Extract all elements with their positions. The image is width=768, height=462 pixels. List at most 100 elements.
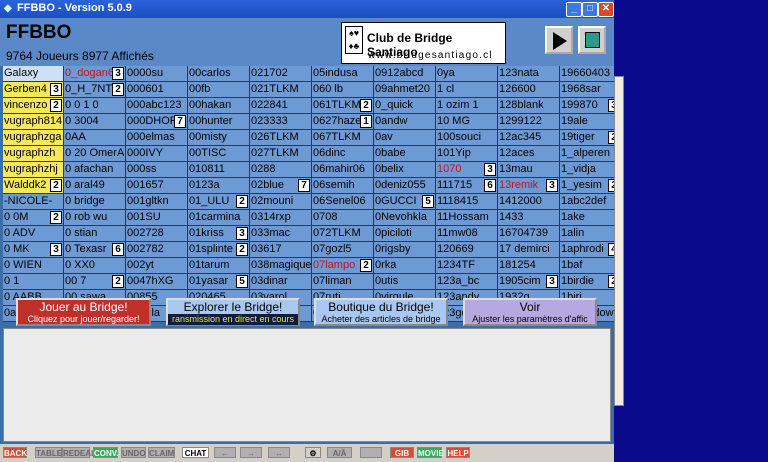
player-cell[interactable]: 0047hXG	[126, 274, 188, 290]
player-cell[interactable]: 0912abcd	[374, 66, 436, 82]
player-cell[interactable]: 0GUCCI 5	[374, 194, 436, 210]
maximize-button[interactable]: □	[582, 2, 598, 17]
player-cell[interactable]: 06Senel06	[312, 194, 374, 210]
player-cell[interactable]: 10 MG	[436, 114, 498, 130]
player-cell[interactable]: 12aces	[498, 146, 560, 162]
player-cell[interactable]: 000DHOR 7	[126, 114, 188, 130]
player-cell[interactable]: 001657	[126, 178, 188, 194]
player-cell[interactable]: 06semih	[312, 178, 374, 194]
player-cell[interactable]: 07lampo 2	[312, 258, 374, 274]
player-cell[interactable]: 16704739	[498, 226, 560, 242]
player-cell[interactable]: 0 MK 3	[3, 242, 64, 258]
player-cell[interactable]: 002782	[126, 242, 188, 258]
table-number-badge[interactable]: 3	[546, 275, 558, 288]
player-cell[interactable]: 06mahir06	[312, 162, 374, 178]
toolbar-button[interactable]: CLAIM	[148, 447, 175, 458]
player-cell[interactable]: Walddk2 2	[3, 178, 64, 194]
table-view-icon[interactable]	[578, 26, 606, 54]
player-cell[interactable]: 1abc2def	[560, 194, 614, 210]
player-cell[interactable]: 1baf	[560, 258, 614, 274]
player-cell[interactable]: 0627hazel 1	[312, 114, 374, 130]
table-number-badge[interactable]: 2	[360, 259, 372, 272]
toolbar-button[interactable]: REDEAL	[62, 447, 96, 458]
toolbar-button[interactable]: MOVIE	[417, 447, 444, 458]
table-number-badge[interactable]: 5	[236, 275, 248, 288]
player-cell[interactable]: 0_dogan66 3	[64, 66, 126, 82]
player-cell[interactable]: 022841	[250, 98, 312, 114]
player-cell[interactable]: 023333	[250, 114, 312, 130]
player-cell[interactable]: 0708	[312, 210, 374, 226]
player-cell[interactable]: 0rka	[374, 258, 436, 274]
player-cell[interactable]: 00TISC	[188, 146, 250, 162]
player-cell[interactable]: 1ake	[560, 210, 614, 226]
player-cell[interactable]: 1234TF	[436, 258, 498, 274]
player-cell[interactable]: 000ss	[126, 162, 188, 178]
player-cell[interactable]: 02mouni	[250, 194, 312, 210]
toolbar-button[interactable]	[360, 447, 382, 458]
player-cell[interactable]: 123nata	[498, 66, 560, 82]
player-cell[interactable]: 13remik 3	[498, 178, 560, 194]
table-number-badge[interactable]: 2	[50, 99, 62, 112]
player-cell[interactable]: 13mau	[498, 162, 560, 178]
player-cell[interactable]: 12ac345	[498, 130, 560, 146]
player-cell[interactable]: 0babe	[374, 146, 436, 162]
player-cell[interactable]: 19ale	[560, 114, 614, 130]
player-cell[interactable]: 11mw08	[436, 226, 498, 242]
player-cell[interactable]: 1 cl	[436, 82, 498, 98]
chat-area[interactable]	[3, 328, 611, 442]
player-cell[interactable]: 0 0 1 0	[64, 98, 126, 114]
player-cell[interactable]: 0deniz055	[374, 178, 436, 194]
player-cell[interactable]: 1_alperen	[560, 146, 614, 162]
table-number-badge[interactable]: 2	[112, 83, 124, 96]
player-cell[interactable]: 0314rxp	[250, 210, 312, 226]
player-cell[interactable]: 00hakan	[188, 98, 250, 114]
player-cell[interactable]: vugraphzga	[3, 130, 64, 146]
player-cell[interactable]: 07liman	[312, 274, 374, 290]
player-cell[interactable]: 00hunter	[188, 114, 250, 130]
table-number-badge[interactable]: 3	[484, 163, 496, 176]
player-cell[interactable]: 1aphrodi4	[560, 242, 614, 258]
player-cell[interactable]: 00misty	[188, 130, 250, 146]
player-cell[interactable]: 01carmina	[188, 210, 250, 226]
player-cell[interactable]: vugraphzhj	[3, 162, 64, 178]
player-cell[interactable]: 1968sar	[560, 82, 614, 98]
player-cell[interactable]: 0_quick	[374, 98, 436, 114]
player-cell[interactable]: 0AA	[64, 130, 126, 146]
player-cell[interactable]: 01_ULU 2	[188, 194, 250, 210]
minimize-button[interactable]: _	[566, 2, 582, 17]
player-cell[interactable]: 126600	[498, 82, 560, 98]
table-number-badge[interactable]: 3	[50, 83, 62, 96]
player-cell[interactable]: 1998703	[560, 98, 614, 114]
club-logo[interactable]: ♠♥ ♦♣ Club de Bridge Santiago www.bridges…	[341, 22, 506, 64]
table-number-badge[interactable]: 2	[236, 243, 248, 256]
player-cell[interactable]: 0Nevohkla	[374, 210, 436, 226]
player-cell[interactable]: 111715 6	[436, 178, 498, 194]
player-cell[interactable]: 010811	[188, 162, 250, 178]
table-number-badge[interactable]: 3	[546, 179, 558, 192]
player-cell[interactable]: 001gltkn	[126, 194, 188, 210]
player-cell[interactable]: 11Hossam	[436, 210, 498, 226]
view-settings-button[interactable]: Voir Ajuster les paramètres d'affic	[463, 298, 597, 326]
player-cell[interactable]: 0000su	[126, 66, 188, 82]
close-button[interactable]: ✕	[598, 2, 614, 17]
player-cell[interactable]: 101Yip	[436, 146, 498, 162]
table-number-badge[interactable]: 2	[360, 99, 372, 112]
player-cell[interactable]: 0rigsby	[374, 242, 436, 258]
player-cell[interactable]: 1299122	[498, 114, 560, 130]
player-cell[interactable]: vugraphzh	[3, 146, 64, 162]
player-cell[interactable]: 19tiger2	[560, 130, 614, 146]
player-cell[interactable]: 07gozl5	[312, 242, 374, 258]
player-cell[interactable]: 1118415	[436, 194, 498, 210]
player-cell[interactable]: 01splinte 2	[188, 242, 250, 258]
player-cell[interactable]: 002yt	[126, 258, 188, 274]
player-cell[interactable]: 067TLKM	[312, 130, 374, 146]
player-cell[interactable]: 0av	[374, 130, 436, 146]
table-number-badge[interactable]: 1	[360, 115, 372, 128]
table-number-badge[interactable]: 2	[50, 179, 62, 192]
toolbar-button[interactable]: →	[240, 447, 262, 458]
player-cell[interactable]: 001SU	[126, 210, 188, 226]
player-cell[interactable]: 021TLKM	[250, 82, 312, 98]
player-cell[interactable]: 0 0M 2	[3, 210, 64, 226]
player-cell[interactable]: 1070 3	[436, 162, 498, 178]
player-cell[interactable]: 000abc123	[126, 98, 188, 114]
